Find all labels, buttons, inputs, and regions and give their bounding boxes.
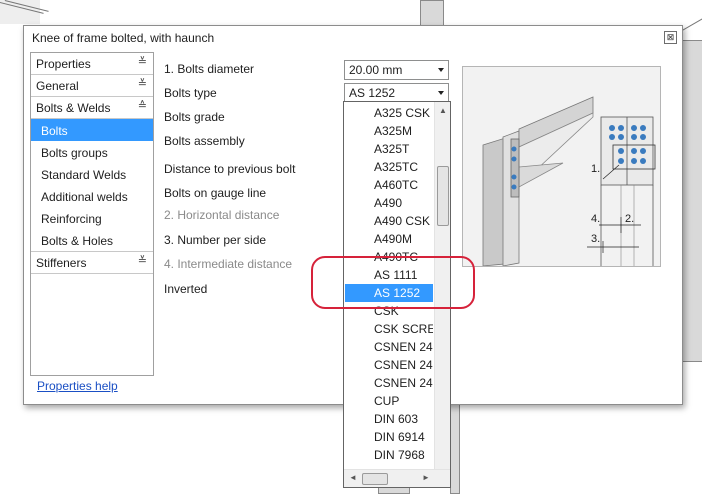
dimension-label-4: 4. [591,213,601,225]
option-label: A325M [374,124,413,138]
chevron-down-icon[interactable] [438,68,444,72]
connection-preview-image: 1. 2. 3. 4. [462,66,661,267]
group-bolts-welds[interactable]: Bolts & Welds ≙ [31,97,153,119]
group-general[interactable]: General ≚ [31,75,153,97]
option-label: DIN 7968 [374,448,425,462]
nav-item-bolts[interactable]: Bolts [31,119,153,141]
horizontal-distance-label: 2. Horizontal distance [164,208,280,222]
nav-item-label: Reinforcing [41,212,102,226]
dimension-label-2: 2. [625,213,635,225]
nav-item-standard-welds[interactable]: Standard Welds [31,163,153,185]
dropdown-option[interactable]: A325T [345,140,433,158]
option-label: A460TC [374,178,419,192]
nav-item-reinforcing[interactable]: Reinforcing [31,207,153,229]
bg-edge-3 [682,18,702,31]
nav-item-bolts-holes[interactable]: Bolts & Holes [31,229,153,251]
option-label: A325TC [374,160,419,174]
dropdown-option[interactable]: CUP [345,392,433,410]
option-label: CSNEN 240 [374,376,433,390]
nav-item-bolts-groups[interactable]: Bolts groups [31,141,153,163]
bg-column-top [420,0,444,26]
properties-help-link[interactable]: Properties help [37,379,118,393]
bolts-type-label: Bolts type [164,86,217,100]
dropdown-option[interactable]: A460TC [345,176,433,194]
dropdown-option[interactable]: A490 [345,194,433,212]
dimension-label-1: 1. [591,163,601,175]
dialog-title: Knee of frame bolted, with haunch [32,31,215,45]
chevron-up-icon[interactable]: ≙ [138,99,147,112]
dropdown-option[interactable]: A490M [345,230,433,248]
nav-item-additional-welds[interactable]: Additional welds [31,185,153,207]
group-properties-label: Properties [36,57,91,71]
group-general-label: General [36,79,79,93]
option-label: CSNEN 240 [374,340,433,354]
scroll-up-icon[interactable]: ▲ [439,106,447,115]
dropdown-option[interactable]: A325M [345,122,433,140]
dropdown-option[interactable]: CSNEN 240 [345,338,433,356]
chevron-down-icon[interactable]: ≚ [138,254,147,267]
scroll-left-icon[interactable]: ◄ [349,473,357,482]
chevron-down-icon[interactable]: ≚ [138,77,147,90]
dropdown-option[interactable]: A490 CSK [345,212,433,230]
navigation-panel: Properties ≚ General ≚ Bolts & Welds ≙ B… [30,52,154,376]
nav-item-label: Bolts [41,124,68,138]
scroll-thumb[interactable] [362,473,388,485]
knee-frame-illustration [482,96,656,267]
option-label: CSK SCREW [374,322,433,336]
dropdown-option[interactable]: CSNEN 240 [345,356,433,374]
bolts-grade-label: Bolts grade [164,110,225,124]
group-stiffeners-label: Stiffeners [36,256,87,270]
title-bar: Knee of frame bolted, with haunch ⊠ [24,26,682,48]
nav-item-label: Bolts & Holes [41,234,114,248]
chevron-down-icon[interactable]: ≚ [138,55,147,68]
bolts-type-value: AS 1252 [349,86,396,100]
dropdown-option[interactable]: DIN 7968 [345,446,433,464]
dropdown-option[interactable]: A325 CSK [345,104,433,122]
group-properties[interactable]: Properties ≚ [31,53,153,75]
group-stiffeners[interactable]: Stiffeners ≚ [31,251,153,274]
close-button[interactable]: ⊠ [664,31,677,44]
annotation-highlight [311,256,475,309]
bg-column-right [682,40,702,362]
dropdown-option[interactable]: DIN 6914 [345,428,433,446]
nav-item-label: Standard Welds [41,168,127,182]
dimension-label-3: 3. [591,233,601,245]
inverted-label: Inverted [164,282,208,296]
bolts-type-select[interactable]: AS 1252 [344,83,449,103]
number-per-side-label: 3. Number per side [164,233,267,247]
dropdown-option[interactable]: A325TC [345,158,433,176]
intermediate-distance-label: 4. Intermediate distance [164,257,293,271]
dropdown-option[interactable]: DIN 603 [345,410,433,428]
option-label: A490 CSK [374,214,431,228]
group-bolts-welds-label: Bolts & Welds [36,101,111,115]
bolts-assembly-label: Bolts assembly [164,134,245,148]
option-label: CUP [374,394,400,408]
option-label: A490M [374,232,413,246]
dropdown-option[interactable]: CSNEN 240 [345,374,433,392]
horizontal-scrollbar[interactable]: ◄ ► [344,469,450,487]
option-label: DIN 6914 [374,430,425,444]
chevron-down-icon[interactable] [438,91,444,95]
distance-previous-bolt-label: Distance to previous bolt [164,162,296,176]
dropdown-option[interactable]: CSK SCREW [345,320,433,338]
option-label: A325 CSK [374,106,431,120]
bolts-diameter-value: 20.00 mm [349,63,403,77]
nav-item-label: Bolts groups [41,146,108,160]
option-label: A490 [374,196,403,210]
option-label: CSNEN 240 [374,358,433,372]
bolts-on-gauge-line-label: Bolts on gauge line [164,186,267,200]
nav-item-label: Additional welds [41,190,128,204]
scroll-right-icon[interactable]: ► [422,473,430,482]
option-label: DIN 603 [374,412,419,426]
scroll-thumb[interactable] [437,166,449,226]
bg-column-bottom-right [450,404,460,494]
bolts-diameter-select[interactable]: 20.00 mm [344,60,449,80]
bolts-diameter-label: 1. Bolts diameter [164,62,255,76]
option-label: A325T [374,142,410,156]
